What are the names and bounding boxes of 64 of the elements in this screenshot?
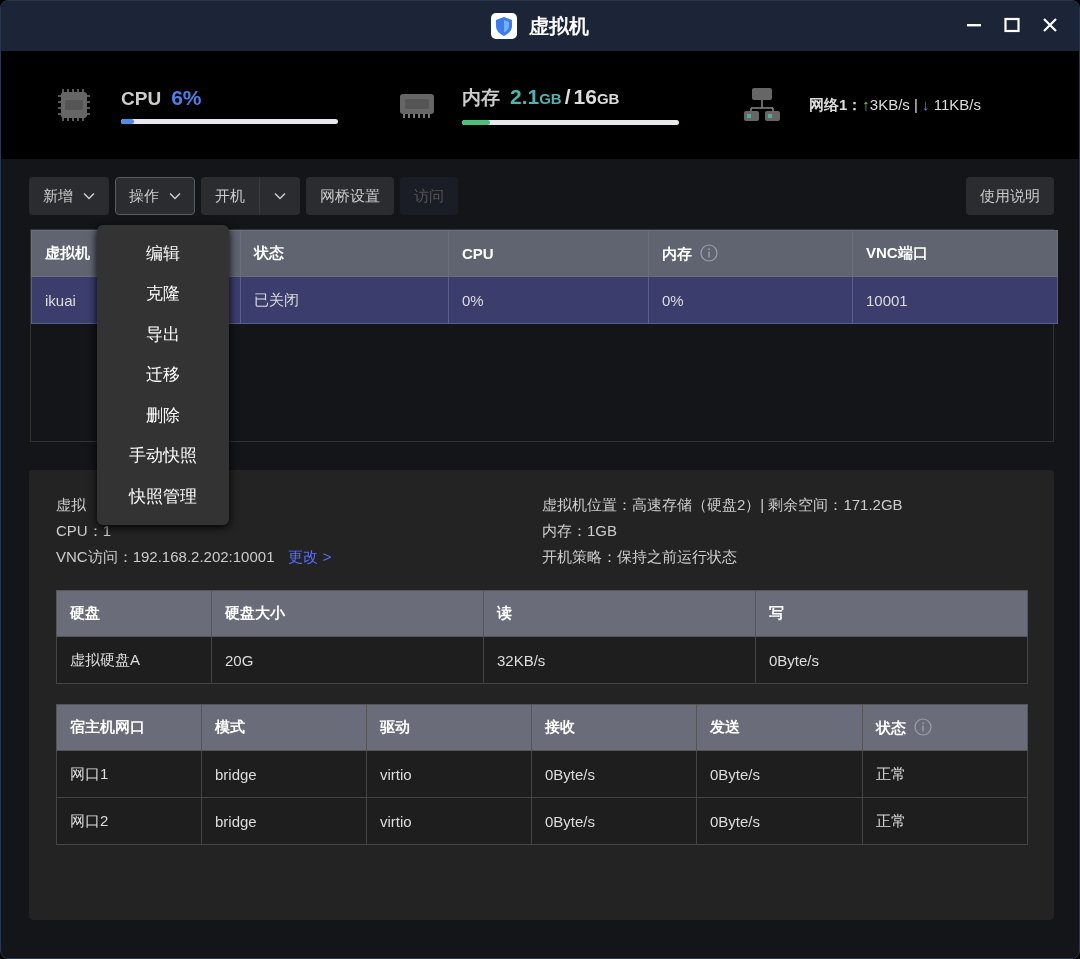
column-header: 硬盘 — [56, 590, 212, 637]
table-cell[interactable]: 正常 — [862, 797, 1028, 845]
column-header: 接收 — [531, 704, 697, 751]
menu-item[interactable]: 编辑 — [97, 233, 229, 274]
column-header: 发送 — [696, 704, 863, 751]
table-cell[interactable]: 网口1 — [56, 750, 202, 798]
help-button[interactable]: 使用说明 — [966, 177, 1054, 215]
close-icon[interactable] — [1041, 16, 1059, 34]
network-speed: 网络1：↑3KB/s | ↓ 11KB/s — [809, 95, 982, 115]
window-title: 虚拟机 — [529, 13, 589, 39]
detail-text: 虚拟机位置：高速存储（硬盘2）| 剩余空间：171.2GB — [542, 496, 903, 513]
table-cell[interactable]: 0Byte/s — [755, 636, 1028, 684]
dropdown-button[interactable]: 操作 — [115, 177, 195, 215]
column-header: 读 — [483, 590, 756, 637]
column-header: CPU — [448, 230, 649, 277]
maximize-icon[interactable] — [1003, 16, 1021, 34]
table-cell[interactable]: 0% — [648, 276, 853, 324]
change-link[interactable]: 更改 > — [288, 548, 332, 565]
dropdown-button[interactable]: 新增 — [29, 177, 109, 215]
table-cell[interactable]: 0Byte/s — [531, 797, 697, 845]
table-cell[interactable]: bridge — [201, 797, 367, 845]
table-cell[interactable]: 0Byte/s — [531, 750, 697, 798]
table-cell[interactable]: virtio — [366, 797, 532, 845]
cpu-label: CPU — [121, 88, 162, 109]
caret-icon — [274, 192, 286, 200]
menu-item[interactable]: 手动快照 — [97, 435, 229, 476]
caret-icon — [83, 192, 95, 200]
column-header: 内存 — [648, 230, 853, 277]
column-header: VNC端口 — [852, 230, 1058, 277]
table-cell[interactable]: 网口2 — [56, 797, 202, 845]
table-cell[interactable]: bridge — [201, 750, 367, 798]
menu-item[interactable]: 迁移 — [97, 354, 229, 395]
table-cell[interactable]: 0Byte/s — [696, 797, 863, 845]
detail-text: 开机策略：保持之前运行状态 — [542, 548, 737, 565]
column-header: 宿主机网口 — [56, 704, 202, 751]
detail-text: CPU：1 — [56, 522, 111, 539]
column-header: 写 — [755, 590, 1028, 637]
memory-usage: 2.1GB/16GB — [510, 85, 620, 108]
toolbar-button[interactable]: 网桥设置 — [306, 177, 394, 215]
menu-item[interactable]: 导出 — [97, 314, 229, 355]
caret-icon — [169, 192, 181, 200]
table-cell[interactable]: 10001 — [852, 276, 1058, 324]
table-cell[interactable]: 虚拟硬盘A — [56, 636, 212, 684]
network-icon — [743, 87, 781, 123]
detail-text: 虚拟 — [56, 496, 86, 513]
column-header: 硬盘大小 — [211, 590, 484, 637]
detail-text: VNC访问：192.168.2.202:10001 — [56, 548, 275, 565]
table-cell[interactable]: 0% — [448, 276, 649, 324]
column-header: 模式 — [201, 704, 367, 751]
table-cell[interactable]: 20G — [211, 636, 484, 684]
table-cell[interactable]: 32KB/s — [483, 636, 756, 684]
memory-label: 内存 — [462, 87, 500, 108]
cpu-usage: 6% — [171, 86, 202, 109]
table-cell[interactable]: 0Byte/s — [696, 750, 863, 798]
menu-item[interactable]: 快照管理 — [97, 476, 229, 517]
column-header: 驱动 — [366, 704, 532, 751]
detail-text: 内存：1GB — [542, 522, 617, 539]
app-logo-icon — [491, 13, 517, 39]
menu-item[interactable]: 删除 — [97, 395, 229, 436]
column-header: 状态 — [862, 704, 1028, 751]
table-cell[interactable]: 已关闭 — [240, 276, 449, 324]
table-cell[interactable]: virtio — [366, 750, 532, 798]
column-header: 状态 — [240, 230, 449, 277]
table-cell[interactable]: 正常 — [862, 750, 1028, 798]
